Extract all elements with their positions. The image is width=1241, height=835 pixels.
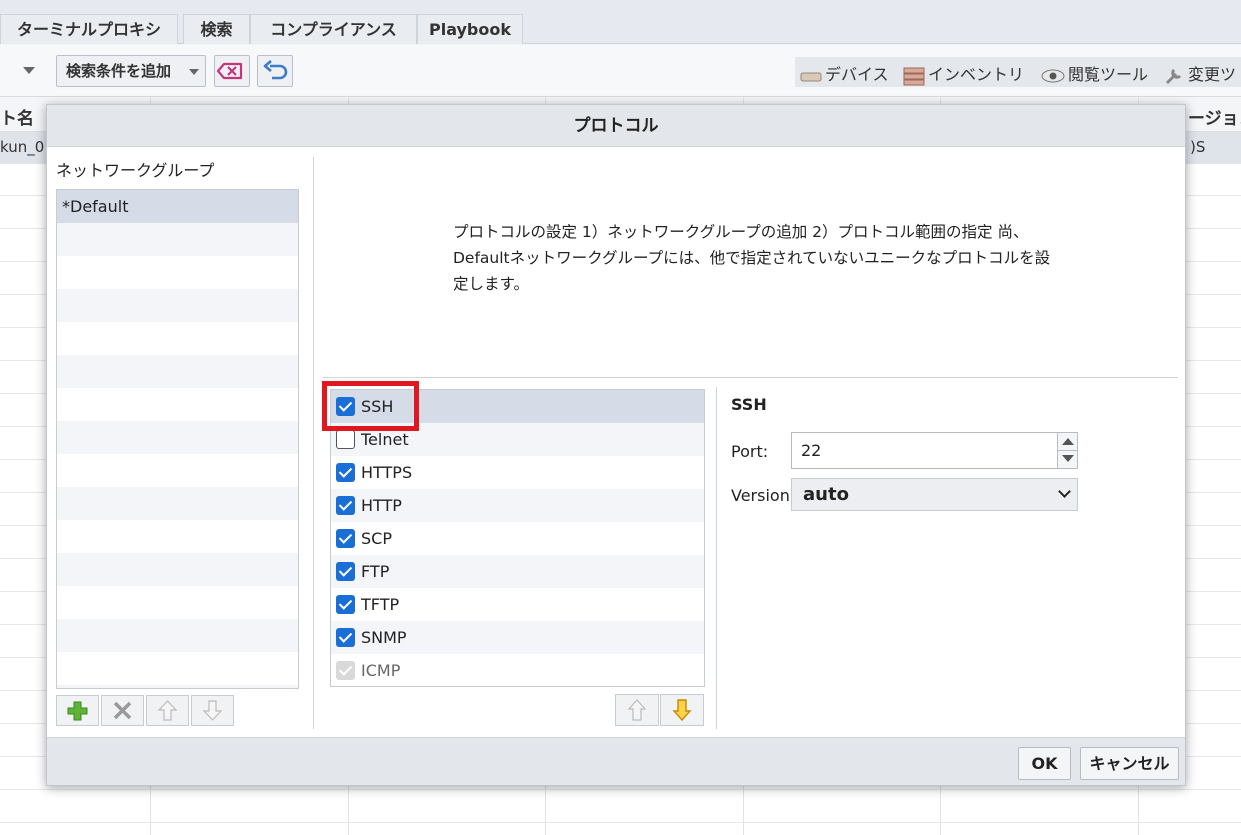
port-input[interactable]: 22	[791, 432, 1078, 469]
toolbar-right-group: デバイス インベントリ 閲覧ツール 変更ツ	[795, 57, 1241, 87]
protocol-row-ftp[interactable]: FTP	[331, 555, 704, 588]
tab-terminal-proxy[interactable]: ターミナルプロキシ	[0, 14, 178, 44]
device-menu[interactable]: デバイス	[800, 61, 889, 85]
grid-header-hostname: ト名	[0, 109, 34, 129]
protocol-checkbox[interactable]	[336, 628, 355, 647]
network-group-list[interactable]: *Default	[56, 189, 299, 689]
ok-button[interactable]: OK	[1018, 747, 1071, 780]
tab-search[interactable]: 検索	[183, 14, 250, 44]
panel-divider	[313, 157, 314, 729]
change-tool-label: 変更ツ	[1188, 65, 1237, 84]
chevron-down-icon	[1058, 485, 1071, 498]
detail-title: SSH	[731, 395, 767, 414]
protocol-row-http[interactable]: HTTP	[331, 489, 704, 522]
move-group-up-button[interactable]	[146, 695, 189, 726]
protocol-label: HTTP	[361, 496, 402, 515]
device-icon	[800, 72, 822, 81]
protocol-label: HTTPS	[361, 463, 413, 482]
version-label: Version:	[731, 486, 796, 505]
tab-compliance[interactable]: コンプライアンス	[250, 14, 417, 44]
protocol-row-tftp[interactable]: TFTP	[331, 588, 704, 621]
protocol-label: TFTP	[361, 595, 400, 614]
spin-up-icon[interactable]	[1062, 438, 1074, 445]
protocol-list[interactable]: SSH Telnet HTTPS HTTP SCP FTP TFTP SNMP ICMP	[330, 389, 705, 687]
add-group-button[interactable]	[56, 695, 99, 726]
protocol-description: プロトコルの設定 1）ネットワークグループの追加 2）プロトコル範囲の指定 尚、…	[453, 223, 1051, 293]
grid-header-version: ージョン	[1188, 109, 1241, 129]
protocol-dialog: プロトコル ネットワークグループ *Default プロトコルの設定 1）ネット…	[46, 104, 1186, 786]
version-select[interactable]: auto	[791, 478, 1078, 511]
change-tool-menu[interactable]: 変更ツ	[1163, 61, 1236, 86]
dialog-footer: OK キャンセル	[47, 737, 1185, 785]
eye-icon	[1041, 69, 1065, 82]
inventory-icon	[903, 67, 925, 85]
arrow-down-icon	[202, 700, 223, 721]
protocol-checkbox[interactable]	[336, 595, 355, 614]
protocol-label: FTP	[361, 562, 390, 581]
undo-button[interactable]	[257, 55, 293, 87]
delete-group-button[interactable]	[101, 695, 144, 726]
browse-tool-menu[interactable]: 閲覧ツール	[1041, 61, 1148, 85]
chevron-down-icon	[189, 69, 199, 75]
cancel-button[interactable]: キャンセル	[1080, 747, 1179, 780]
clear-icon	[216, 62, 243, 80]
add-search-condition-label: 検索条件を追加	[66, 62, 172, 80]
dropdown-arrow-icon[interactable]	[23, 67, 35, 74]
inventory-label: インベントリ	[928, 65, 1025, 84]
tab-bar: ターミナルプロキシ 検索 コンプライアンス Playbook	[0, 0, 1241, 44]
device-label: デバイス	[825, 65, 889, 84]
protocol-checkbox[interactable]	[336, 562, 355, 581]
protocol-label: ICMP	[361, 661, 401, 680]
add-search-condition-button[interactable]: 検索条件を追加	[56, 55, 206, 87]
toolbar: 検索条件を追加 デバイス インベントリ 閲覧ツール 変更ツ	[0, 45, 1241, 97]
arrow-down-icon	[672, 699, 692, 722]
arrow-up-icon	[627, 699, 647, 721]
move-protocol-up-button[interactable]	[615, 694, 659, 726]
network-group-label: ネットワークグループ	[56, 161, 215, 180]
clear-conditions-button[interactable]	[214, 55, 250, 87]
protocol-checkbox[interactable]	[336, 529, 355, 548]
undo-icon	[263, 60, 288, 80]
protocol-label: SCP	[361, 529, 392, 548]
arrow-up-icon	[157, 700, 178, 721]
protocol-row-https[interactable]: HTTPS	[331, 456, 704, 489]
protocol-row-scp[interactable]: SCP	[331, 522, 704, 555]
dialog-title: プロトコル	[47, 105, 1185, 147]
network-group-item[interactable]: *Default	[57, 190, 298, 223]
spin-down-icon[interactable]	[1062, 455, 1074, 462]
protocol-checkbox	[336, 661, 355, 680]
close-icon	[113, 701, 132, 720]
port-label: Port:	[731, 442, 769, 461]
port-value: 22	[801, 441, 822, 460]
move-group-down-button[interactable]	[191, 695, 234, 726]
protocol-row-icmp[interactable]: ICMP	[331, 654, 704, 686]
wrench-icon	[1165, 68, 1182, 84]
port-spinner[interactable]	[1057, 433, 1077, 468]
move-protocol-down-button[interactable]	[660, 694, 704, 726]
inventory-menu[interactable]: インベントリ	[903, 61, 1024, 86]
protocol-label: SNMP	[361, 628, 407, 647]
protocol-checkbox[interactable]	[336, 430, 355, 449]
version-value: auto	[803, 484, 849, 505]
section-divider	[323, 377, 1178, 378]
highlight-box	[322, 381, 419, 431]
protocol-row-snmp[interactable]: SNMP	[331, 621, 704, 654]
browse-tool-label: 閲覧ツール	[1068, 65, 1149, 84]
protocol-checkbox[interactable]	[336, 496, 355, 515]
plus-icon	[67, 701, 88, 721]
tab-playbook[interactable]: Playbook	[417, 14, 523, 44]
protocol-checkbox[interactable]	[336, 463, 355, 482]
grid-cell-version: )S	[1190, 138, 1206, 156]
detail-divider	[716, 387, 717, 729]
